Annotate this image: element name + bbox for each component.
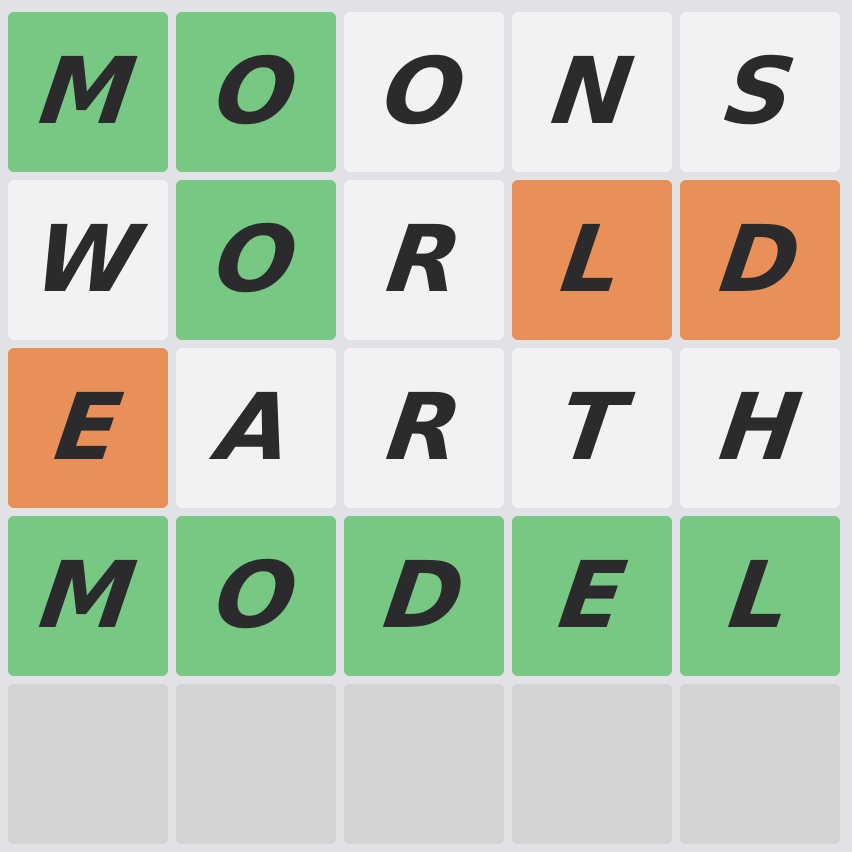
tile-letter: D [713,206,807,313]
tile-letter: W [28,206,148,313]
tile-r2-c1: W [8,180,168,340]
tile-r5-c4 [512,684,672,844]
tile-letter: E [552,542,632,649]
tile-letter: S [718,38,802,145]
tile-letter: R [380,206,468,313]
tile-r4-c4: E [512,516,672,676]
tile-r3-c1: E [8,348,168,508]
tile-r3-c2: A [176,348,336,508]
tile-letter: M [33,38,143,145]
tile-r4-c5: L [680,516,840,676]
tile-r2-c5: D [680,180,840,340]
tile-letter: R [380,374,468,481]
tile-r3-c3: R [344,348,504,508]
tile-letter: O [208,38,304,145]
tile-r2-c3: R [344,180,504,340]
tile-letter: O [208,206,304,313]
tile-r1-c4: N [512,12,672,172]
tile-r3-c4: T [512,348,672,508]
tile-r2-c4: L [512,180,672,340]
tile-letter: E [48,374,128,481]
tile-letter: T [552,374,632,481]
tile-r2-c2: O [176,180,336,340]
game-board: M O O N S W O R L D E A R T H M O D E L [0,0,852,852]
tile-r5-c2 [176,684,336,844]
tile-letter: A [212,374,300,481]
tile-r4-c1: M [8,516,168,676]
tile-letter: O [208,542,304,649]
tile-letter: H [713,374,807,481]
tile-r1-c5: S [680,12,840,172]
tile-r5-c3 [344,684,504,844]
tile-letter: N [545,38,639,145]
tile-r4-c2: O [176,516,336,676]
tile-letter: O [376,38,472,145]
tile-r1-c1: M [8,12,168,172]
tile-r5-c5 [680,684,840,844]
tile-r1-c3: O [344,12,504,172]
tile-r3-c5: H [680,348,840,508]
tile-letter: D [377,542,471,649]
tile-letter: L [722,542,798,649]
tile-letter: L [554,206,630,313]
tile-r4-c3: D [344,516,504,676]
tile-r1-c2: O [176,12,336,172]
tile-letter: M [33,542,143,649]
tile-r5-c1 [8,684,168,844]
